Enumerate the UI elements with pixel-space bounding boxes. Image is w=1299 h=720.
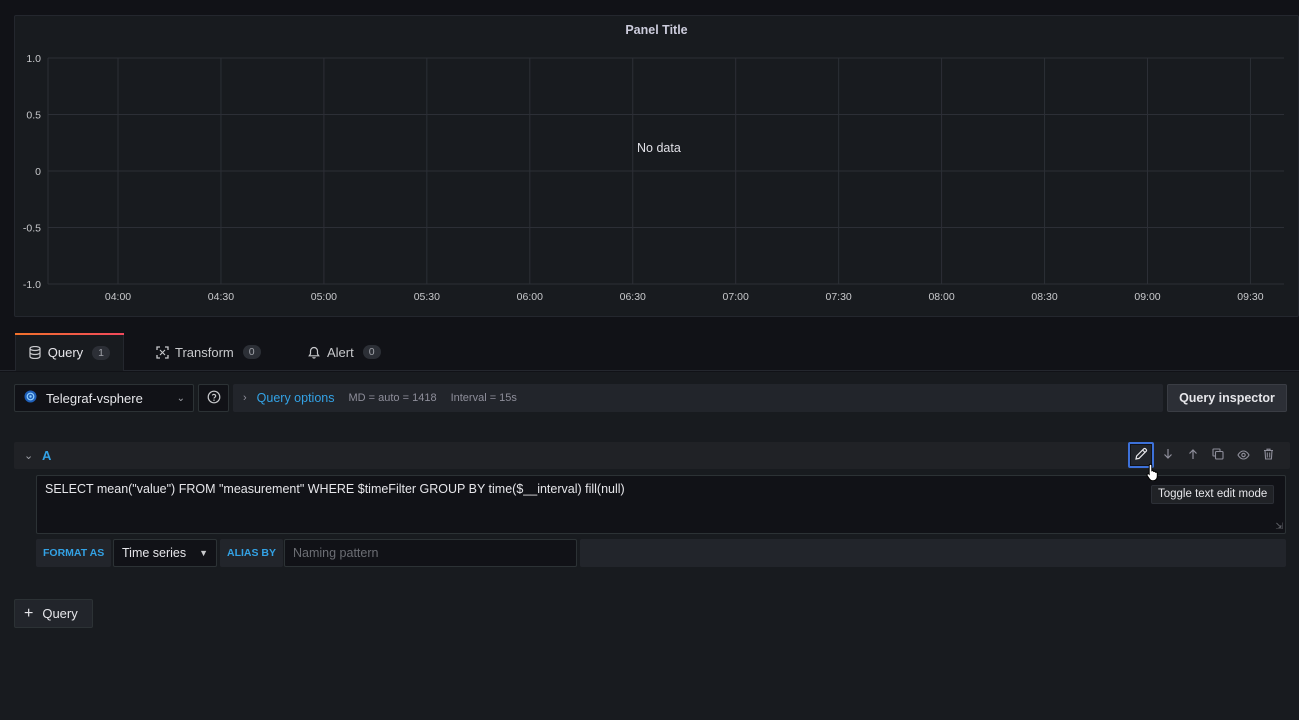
chart-plot: 1.0 0.5 0 -0.5 -1.0 04:00 04:30 05:00 05:30 06:00… <box>23 53 1284 303</box>
query-options-interval: Interval = 15s <box>450 392 517 404</box>
x-tick-label: 06:00 <box>517 291 543 303</box>
x-tick-label: 05:30 <box>414 291 440 303</box>
query-ref-id[interactable]: A <box>42 448 51 463</box>
tab-query-count: 1 <box>92 345 110 360</box>
tab-alert[interactable]: Alert 0 <box>294 333 394 371</box>
datasource-help-button[interactable] <box>198 384 229 412</box>
chevron-down-icon: ⌄ <box>176 392 185 404</box>
panel-preview: Panel Title 1.0 0.5 0 -0.5 -1.0 04:00 04:30 05:… <box>14 15 1299 317</box>
resize-handle-icon[interactable]: ⇲ <box>1275 521 1283 532</box>
duplicate-query-button[interactable] <box>1208 445 1228 465</box>
alias-by-input[interactable] <box>284 539 577 567</box>
x-tick-label: 05:00 <box>311 291 337 303</box>
y-tick-label: 0.5 <box>26 110 41 122</box>
trash-icon <box>1263 448 1274 463</box>
pointer-cursor-icon <box>1146 463 1160 484</box>
add-query-label: Query <box>42 606 78 621</box>
move-up-button[interactable] <box>1183 445 1203 465</box>
copy-icon <box>1212 447 1224 463</box>
x-tick-label: 07:00 <box>723 291 749 303</box>
y-tick-label: -1.0 <box>23 279 41 291</box>
format-row-filler <box>580 539 1286 567</box>
x-tick-label: 08:00 <box>928 291 954 303</box>
query-row-header[interactable]: ⌄ A <box>14 442 1290 469</box>
format-as-label: FORMAT AS <box>36 539 112 567</box>
arrow-up-icon <box>1188 448 1198 463</box>
tab-transform[interactable]: Transform 0 <box>142 333 274 371</box>
tab-query-label: Query <box>47 345 84 360</box>
tab-transform-label: Transform <box>175 344 234 360</box>
query-text-editor[interactable]: SELECT mean("value") FROM "measurement" … <box>36 475 1286 534</box>
datasource-picker[interactable]: Telegraf-vsphere ⌄ <box>14 384 194 412</box>
editor-tabbar: Query 1 Transform 0 Alert 0 <box>0 331 1299 371</box>
x-tick-label: 04:30 <box>208 291 234 303</box>
tab-transform-count: 0 <box>242 345 261 359</box>
caret-down-icon: ▼ <box>199 548 208 558</box>
tab-query[interactable]: Query 1 <box>15 333 124 371</box>
plus-icon: + <box>24 604 34 622</box>
x-tick-label: 06:30 <box>620 291 646 303</box>
bell-icon <box>307 345 321 359</box>
tab-alert-label: Alert <box>327 344 354 360</box>
query-options-md: MD = auto = 1418 <box>348 392 437 404</box>
chevron-right-icon: › <box>243 392 247 404</box>
x-tick-label: 04:00 <box>105 291 131 303</box>
datasource-name: Telegraf-vsphere <box>46 390 143 406</box>
app-root: Panel Title 1.0 0.5 0 -0.5 -1.0 04:00 04:30 05:… <box>0 0 1299 720</box>
y-tick-label: 1.0 <box>26 53 41 65</box>
add-query-button[interactable]: + Query <box>14 599 93 628</box>
format-as-select[interactable]: Time series ▼ <box>113 539 217 567</box>
query-inspector-button[interactable]: Query inspector <box>1167 384 1287 412</box>
format-as-value: Time series <box>122 546 187 560</box>
database-icon <box>29 346 42 360</box>
eye-icon <box>1236 448 1250 463</box>
arrow-down-icon <box>1163 448 1173 463</box>
query-options-label: Query options <box>256 391 335 405</box>
query-text: SELECT mean("value") FROM "measurement" … <box>45 482 625 496</box>
collapse-chevron-icon[interactable]: ⌄ <box>24 449 33 462</box>
question-circle-icon <box>207 390 221 407</box>
x-tick-label: 08:30 <box>1031 291 1057 303</box>
tab-alert-count: 0 <box>362 345 381 359</box>
move-down-button[interactable] <box>1158 445 1178 465</box>
tooltip: Toggle text edit mode <box>1151 485 1275 504</box>
x-tick-label: 07:30 <box>826 291 852 303</box>
pencil-icon <box>1134 447 1148 464</box>
vsphere-icon <box>23 389 38 407</box>
alias-by-label: ALIAS BY <box>220 539 284 567</box>
x-tick-label: 09:30 <box>1237 291 1263 303</box>
y-tick-label: 0 <box>35 166 41 178</box>
no-data-message: No data <box>637 141 681 155</box>
remove-query-button[interactable] <box>1258 445 1278 465</box>
x-tick-label: 09:00 <box>1134 291 1160 303</box>
y-tick-label: -0.5 <box>23 223 41 235</box>
transform-icon <box>155 345 169 359</box>
toggle-visibility-button[interactable] <box>1233 445 1253 465</box>
query-options-toggle[interactable]: › Query options MD = auto = 1418 Interva… <box>233 384 1163 412</box>
